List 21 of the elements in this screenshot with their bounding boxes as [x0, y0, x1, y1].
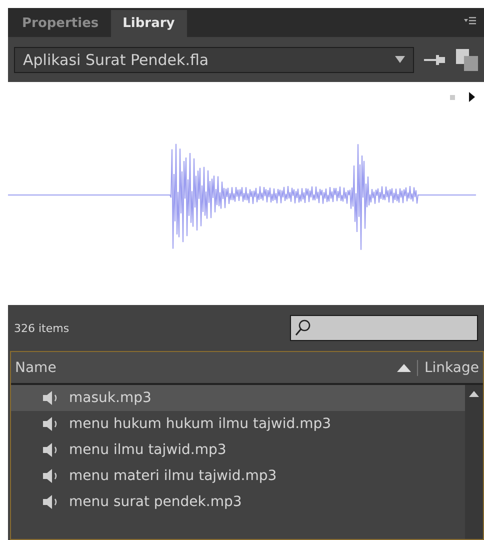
caret-icon	[395, 56, 405, 63]
scrollbar[interactable]	[465, 385, 483, 539]
play-icon[interactable]	[450, 92, 476, 102]
library-row[interactable]: menu hukum hukum ilmu tajwid.mp3	[11, 411, 465, 437]
search-icon	[295, 319, 311, 337]
search-field[interactable]	[290, 315, 478, 341]
column-header[interactable]: Linkage	[417, 360, 479, 376]
sort-ascending-icon[interactable]	[397, 364, 412, 372]
panel-tab[interactable]: Library	[110, 10, 187, 37]
document-dropdown[interactable]: Aplikasi Surat Pendek.fla	[14, 46, 414, 72]
panel-menu-icon[interactable]	[464, 16, 476, 26]
library-row[interactable]: menu surat pendek.mp3	[11, 489, 465, 515]
scroll-up-icon[interactable]	[469, 391, 479, 397]
item-count: 326 items	[14, 322, 70, 334]
library-row[interactable]: menu materi ilmu tajwid.mp3	[11, 463, 465, 489]
library-row[interactable]: menu ilmu tajwid.mp3	[11, 437, 465, 463]
column-header[interactable]: Name	[15, 360, 398, 376]
new-library-icon[interactable]	[456, 48, 478, 70]
library-row[interactable]: masuk.mp3	[11, 385, 465, 411]
panel-tab[interactable]: Properties	[10, 10, 111, 37]
pin-icon[interactable]	[424, 54, 446, 66]
